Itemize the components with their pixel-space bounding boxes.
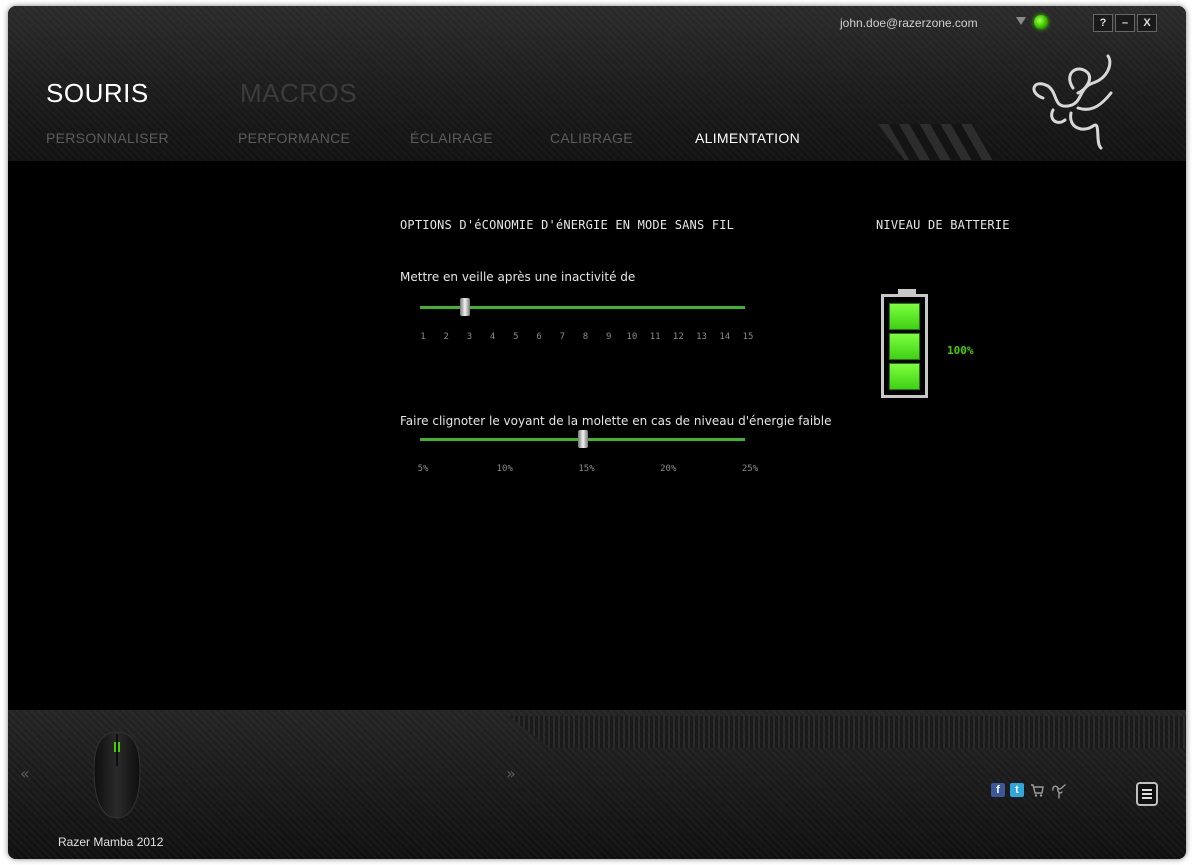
next-device-arrow[interactable]: » — [506, 764, 516, 783]
tab-souris[interactable]: SOURIS — [46, 78, 149, 109]
close-button[interactable]: X — [1137, 14, 1157, 32]
subtab-personnaliser[interactable]: PERSONNALISER — [46, 130, 169, 146]
slider-tick-label: 15% — [578, 464, 595, 474]
battery-cell — [889, 363, 920, 390]
device-mouse-image[interactable] — [88, 730, 146, 820]
slider-tick-label: 14 — [719, 332, 731, 342]
online-status-icon — [1034, 15, 1048, 29]
slider-tick-label: 20% — [660, 464, 677, 474]
account-email[interactable]: john.doe@razerzone.com — [840, 16, 978, 30]
battery-icon — [881, 294, 928, 398]
footer: « » Razer Mamba 2012 f t — [8, 710, 1186, 859]
slider-tick-label: 8 — [582, 332, 589, 342]
slider-tick-label: 9 — [605, 332, 612, 342]
slider-tick-label: 15 — [742, 332, 754, 342]
footer-decorative-strip — [508, 716, 1186, 748]
slider-tick-label: 7 — [559, 332, 565, 342]
slider-tick-label: 4 — [489, 332, 496, 342]
slider-tick-label: 10% — [496, 464, 513, 474]
battery-cell — [889, 333, 920, 360]
slider-tick-label: 12 — [672, 332, 684, 342]
slider-tick-label: 10 — [626, 332, 638, 342]
sleep-slider-thumb[interactable] — [460, 298, 470, 316]
device-name: Razer Mamba 2012 — [58, 835, 164, 849]
menu-icon[interactable] — [1136, 782, 1158, 806]
slider-tick-label: 13 — [696, 332, 707, 342]
account-dropdown-caret-icon[interactable] — [1016, 17, 1026, 25]
razer-logo-icon — [1032, 54, 1113, 150]
subtab-performance[interactable]: PERFORMANCE — [238, 130, 350, 146]
decorative-stripes — [878, 124, 998, 160]
header: john.doe@razerzone.com ? – X SOURIS MACR… — [8, 6, 1186, 161]
battery-percent: 100% — [947, 344, 974, 357]
battery-level-title: NIVEAU DE BATTERIE — [876, 218, 1010, 232]
slider-tick-label: 2 — [443, 332, 449, 342]
slider-tick-label: 5 — [513, 332, 519, 342]
facebook-icon[interactable]: f — [991, 783, 1005, 797]
slider-tick-label: 6 — [536, 332, 542, 342]
cart-icon[interactable] — [1030, 784, 1044, 797]
slider-tick-label: 1 — [420, 332, 426, 342]
twitter-icon[interactable]: t — [1010, 783, 1024, 797]
tab-macros[interactable]: MACROS — [240, 78, 357, 109]
sleep-slider-label: Mettre en veille après une inactivité de — [400, 270, 636, 284]
slider-tick-label: 3 — [466, 332, 473, 342]
battery-cell — [889, 303, 920, 330]
low-power-slider-thumb[interactable] — [578, 430, 588, 448]
slider-tick-label: 5% — [417, 464, 429, 474]
power-options-title: OPTIONS D'éCONOMIE D'éNERGIE EN MODE SAN… — [400, 218, 735, 232]
low-power-slider-label: Faire clignoter le voyant de la molette … — [400, 414, 832, 428]
subtab-alimentation[interactable]: ALIMENTATION — [695, 130, 800, 146]
prev-device-arrow[interactable]: « — [20, 764, 30, 783]
help-button[interactable]: ? — [1093, 14, 1113, 32]
slider-tick-label: 11 — [649, 332, 661, 342]
subtab-calibrage[interactable]: CALIBRAGE — [550, 130, 633, 146]
synapse-window: john.doe@razerzone.com ? – X SOURIS MACR… — [8, 6, 1186, 859]
minimize-button[interactable]: – — [1115, 14, 1135, 32]
razer-icon[interactable] — [1050, 781, 1068, 799]
subtab-eclairage[interactable]: ÉCLAIRAGE — [410, 130, 493, 146]
slider-tick-label: 25% — [741, 464, 759, 474]
